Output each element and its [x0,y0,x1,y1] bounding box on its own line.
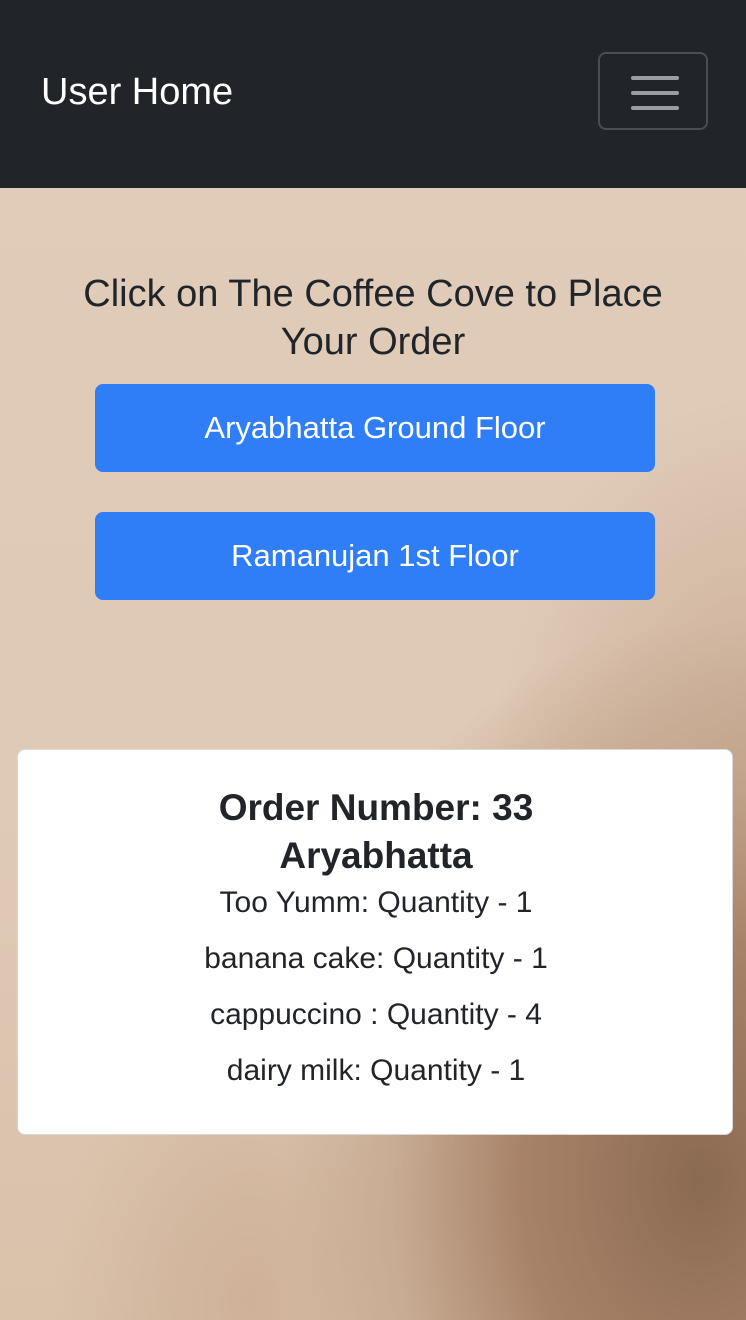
order-item: cappuccino : Quantity - 4 [210,998,542,1031]
top-navbar: User Home [0,0,746,188]
order-item: dairy milk: Quantity - 1 [226,1054,526,1087]
order-title: Order Number: 33 Aryabhatta [18,784,734,880]
order-location: Aryabhatta [279,835,473,876]
order-items-list: Too Yumm: Quantity - 1 banana cake: Quan… [18,883,734,1107]
navbar-brand[interactable]: User Home [41,70,233,114]
order-item: Too Yumm: Quantity - 1 [219,886,533,919]
order-card: Order Number: 33 Aryabhatta Too Yumm: Qu… [17,749,733,1135]
order-number: Order Number: 33 [218,787,534,828]
order-item: banana cake: Quantity - 1 [204,942,548,975]
page-heading: Click on The Coffee Cove to Place Your O… [83,273,663,363]
ramanujan-1st-floor-button[interactable]: Ramanujan 1st Floor [95,512,655,600]
aryabhatta-ground-floor-button[interactable]: Aryabhatta Ground Floor [95,384,655,472]
navbar-toggler-button[interactable] [598,52,708,130]
